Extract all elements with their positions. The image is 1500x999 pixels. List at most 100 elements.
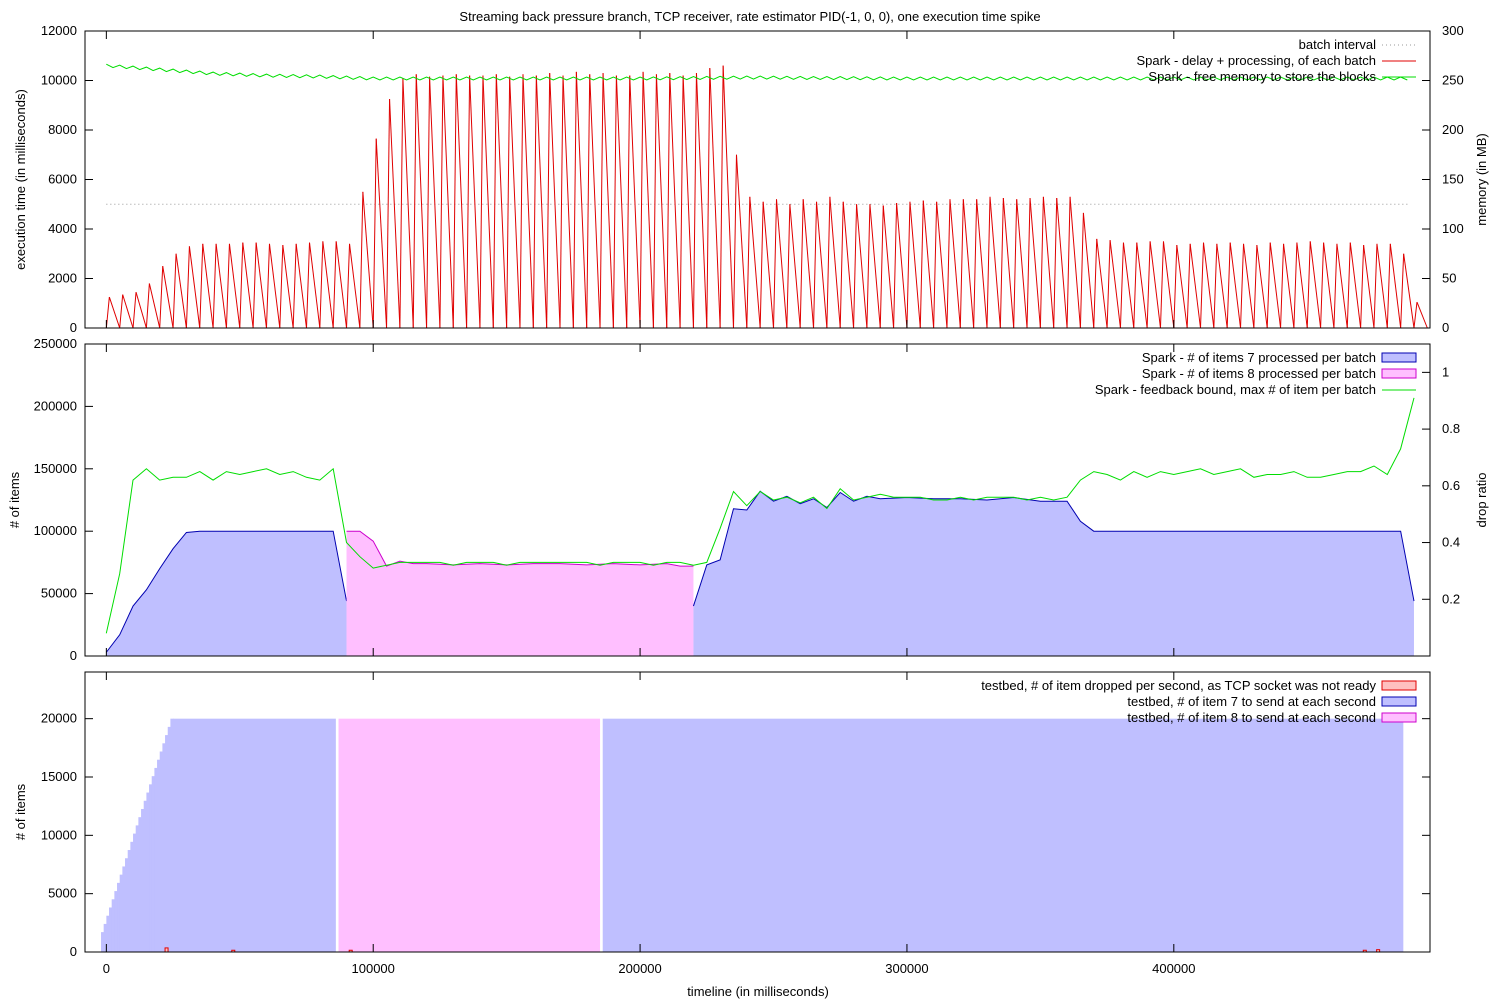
delay-spike [1253,245,1258,329]
y2-axis-label: drop ratio [1474,473,1489,528]
delay-decay [1016,199,1028,329]
y-tick-label: 0 [70,944,77,959]
delay-spike [1159,241,1164,329]
delay-decay [242,242,254,329]
delay-decay [642,71,654,329]
delay-decay [749,196,761,329]
delay-decay [989,196,1001,329]
delay-decay [602,73,614,329]
delay-decay [282,245,294,329]
chart: Streaming back pressure branch, TCP rece… [7,9,1489,999]
delay-decay [669,73,681,329]
items7-processed-a-area [106,531,347,656]
delay-spike [959,199,964,329]
items7-processed-b-area [693,491,1414,656]
y2-tick-label: 0.2 [1442,591,1460,606]
legend-label: testbed, # of item 8 to send at each sec… [1127,710,1376,725]
delay-spike [492,74,497,329]
delay-decay [1056,198,1068,329]
delay-spike [946,199,951,329]
legend-swatch [1381,680,1417,691]
delay-spike [346,243,351,329]
delay-decay [1096,238,1108,329]
delay-spike [559,75,564,329]
delay-spike [225,243,230,329]
y-axis-label: # of items [13,783,28,840]
delay-spike [1386,243,1391,329]
delay-spike [1039,196,1044,329]
delay-decay [482,75,494,329]
delay-spike [746,196,751,329]
delay-spike [986,196,991,329]
y-tick-label: 0 [70,648,77,663]
delay-spike [372,138,377,329]
y2-tick-label: 200 [1442,122,1464,137]
y-tick-label: 0 [70,320,77,335]
delay-spike [839,201,844,329]
y2-tick-label: 0 [1442,320,1449,335]
delay-decay [1256,245,1268,329]
delay-spike [813,201,818,329]
delay-decay [1189,243,1201,329]
delay-spike [185,246,190,329]
x-tick-label: 300000 [885,961,928,976]
delay-spike [586,74,591,329]
delay-decay [1042,196,1055,329]
legend-label: Spark - feedback bound, max # of item pe… [1095,382,1376,397]
delay-spike [1320,242,1325,329]
delay-decay [655,74,668,329]
items-panel: 0 50000 100000 150000 200000 250000 0.2 0.4 0.6 0… [7,336,1489,663]
delay-decay [322,241,334,329]
delay-decay [589,74,601,329]
y-tick-label: 2000 [48,271,77,286]
items8-processed-edge [346,530,694,567]
delay-spike [546,73,551,329]
delay-decay [776,199,788,329]
delay-decay [162,266,174,329]
delay-spike [1079,212,1084,329]
delay-decay [856,204,868,329]
delay-decay [1122,242,1135,329]
delay-spike [893,203,898,329]
y-tick-label: 10000 [41,73,77,88]
delay-decay [335,241,348,329]
y2-tick-label: 0.4 [1442,535,1460,550]
delay-spike [706,68,711,329]
delay-decay [1403,253,1415,329]
delay-decay [816,201,828,329]
y2-tick-label: 1 [1442,364,1449,379]
delay-spike [439,75,444,329]
legend-swatch [1381,712,1417,723]
y-tick-label: 5000 [48,886,77,901]
y2-tick-label: 300 [1442,23,1464,38]
legend-swatch [1381,352,1417,363]
delay-spike [999,198,1004,329]
delay-decay [1216,243,1228,329]
delay-spike [1266,242,1271,329]
delay-decay [429,76,441,329]
items7-send-block [602,718,1404,952]
delay-spike [1186,243,1191,329]
delay-spike [1093,238,1098,329]
delay-decay [1389,243,1402,329]
x-axis-label: timeline (in milliseconds) [687,984,829,999]
y2-tick-label: 50 [1442,271,1456,286]
delay-decay [148,283,161,329]
y2-axis-label: memory (in MB) [1474,133,1489,225]
delay-decay [309,242,321,329]
delay-spike [1213,243,1218,329]
delay-decay [615,75,628,329]
delay-decay [255,242,267,329]
delay-decay [535,75,548,329]
delay-spike [973,199,978,329]
y-tick-label: 200000 [34,398,77,413]
delay-spike [172,253,177,329]
delay-spike [853,204,858,329]
delay-spike [252,242,257,329]
delay-spike [145,283,150,329]
delay-decay [389,99,401,329]
delay-spike [919,200,924,329]
delay-decay [215,243,227,329]
delay-spike [1306,241,1311,329]
delay-decay [455,74,468,329]
